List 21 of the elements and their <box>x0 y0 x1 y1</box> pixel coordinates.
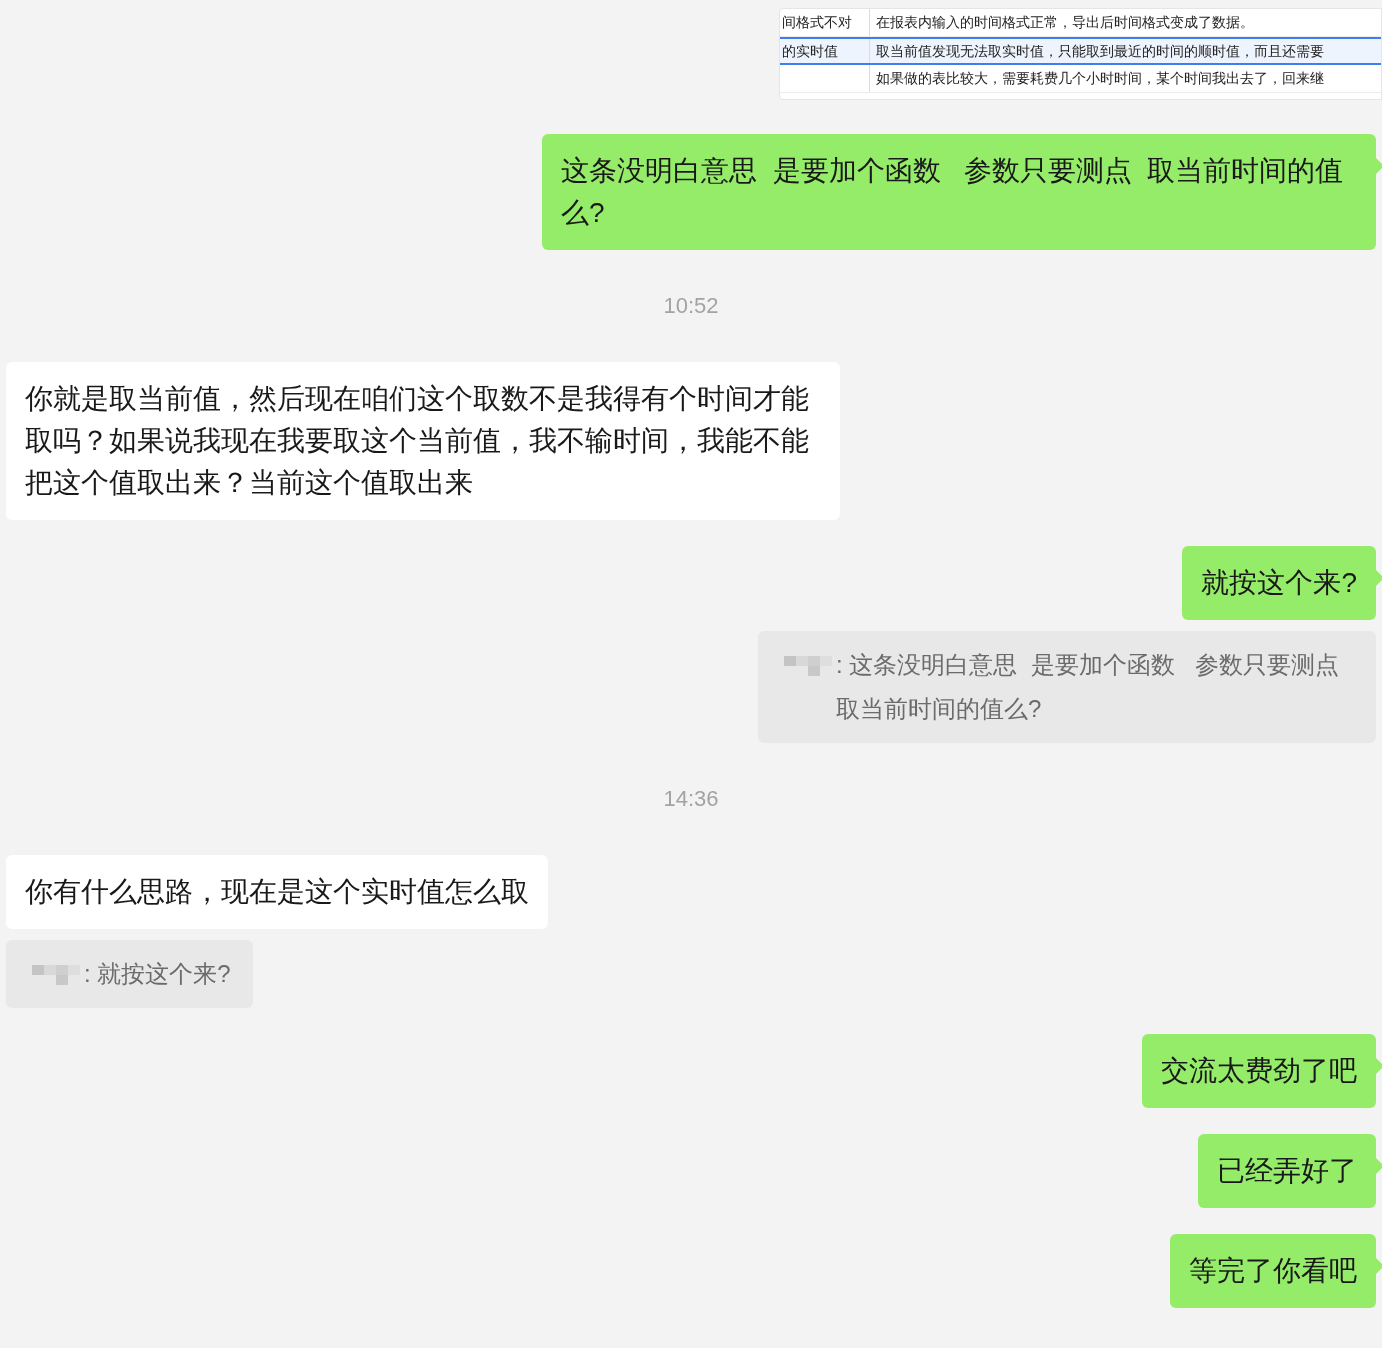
message-bubble: 就按这个来? <box>1182 546 1376 620</box>
quote-text: : 就按这个来? <box>84 959 231 989</box>
bubble-tail-icon <box>1376 570 1382 586</box>
table-cell-text: 在报表内输入的时间格式正常，导出后时间格式变成了数据。 <box>876 13 1254 32</box>
message-bubble: 已经弄好了 <box>1198 1134 1376 1208</box>
timestamp: 10:52 <box>663 294 719 318</box>
bubble-tail-icon <box>1376 1258 1382 1274</box>
timestamp: 14:36 <box>663 787 719 811</box>
bubble-tail-icon <box>1376 1158 1382 1174</box>
bubble-tail-icon <box>1376 158 1382 174</box>
table-cell-text: 取当前值发现无法取实时值，只能取到最近的时间的顺时值，而且还需要 <box>876 41 1324 61</box>
message-bubble: 等完了你看吧 <box>1170 1234 1376 1308</box>
table-cell-text: 的实时值 <box>781 41 838 61</box>
message-bubble: 你有什么思路，现在是这个实时值怎么取 <box>6 855 548 929</box>
quote-text: : 这条没明白意思 是要加个函数 参数只要测点取当前时间的值么? <box>836 650 1340 724</box>
table-cell-text: 如果做的表比较大，需要耗费几个小时时间，某个时间我出去了，回来继 <box>876 69 1324 88</box>
message-bubble: 交流太费劲了吧 <box>1142 1034 1376 1108</box>
message-bubble: 你就是取当前值，然后现在咱们这个取数不是我得有个时间才能取吗？如果说我现在我要取这个当前值，我不输时间，我能不能把这个值取出来？当前这个值取出来 <box>6 362 840 520</box>
message-bubble: 这条没明白意思 是要加个函数 参数只要测点 取当前时间的值么? <box>542 134 1376 250</box>
bubble-tail-icon <box>1376 1058 1382 1074</box>
table-cell-text: 间格式不对 <box>781 13 852 32</box>
